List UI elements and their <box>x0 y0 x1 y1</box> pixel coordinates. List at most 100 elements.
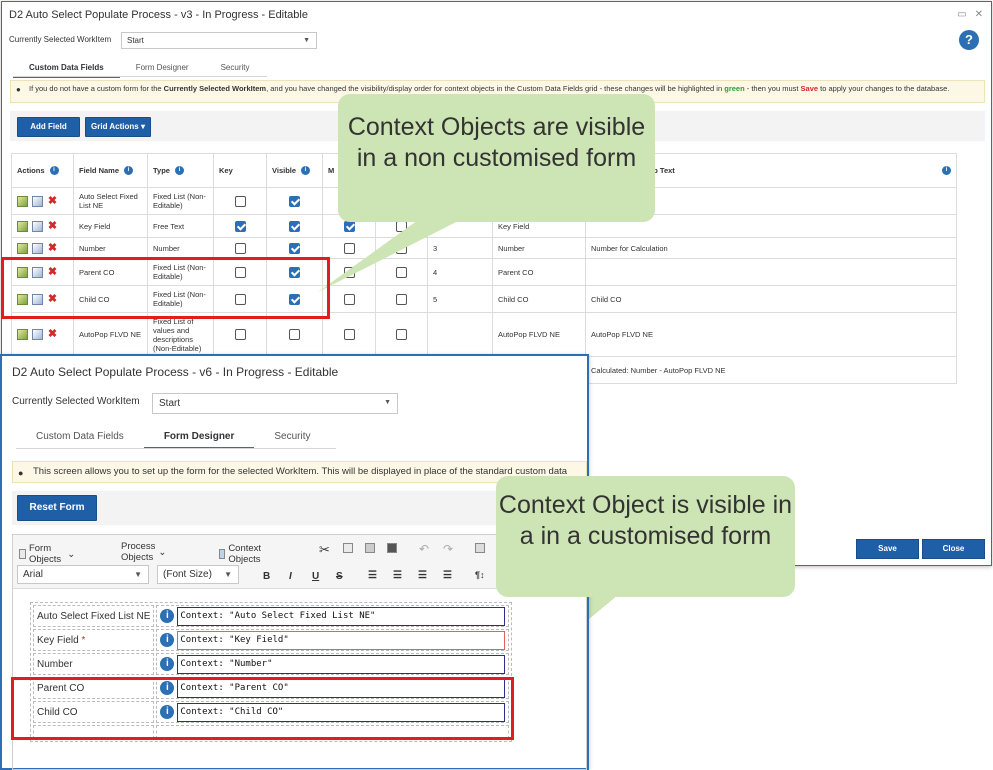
table-row: ✖ AutoPop FLVD NE Fixed List of values and… <box>11 312 957 357</box>
delete-icon[interactable]: ✖ <box>47 329 58 340</box>
delete-icon[interactable]: ✖ <box>47 195 58 207</box>
tab-form-designer[interactable]: Form Designer <box>143 426 255 449</box>
visible-checkbox[interactable] <box>289 195 300 207</box>
delete-icon[interactable]: ✖ <box>47 242 58 254</box>
workitem-value: Start <box>127 36 144 45</box>
m-checkbox[interactable] <box>343 329 355 340</box>
tab-custom-data-fields[interactable]: Custom Data Fields <box>16 426 144 449</box>
reset-form-button[interactable]: Reset Form <box>17 495 97 521</box>
align-justify-icon[interactable]: ☰ <box>443 570 452 581</box>
info-icon[interactable]: i <box>49 166 59 176</box>
workitem-select[interactable]: Start ▼ <box>121 32 317 49</box>
close-button[interactable]: Close <box>922 539 985 559</box>
paste-special-icon[interactable] <box>387 543 397 553</box>
process-objects-menu[interactable]: Process Objects ⌄ <box>121 541 166 563</box>
cut-icon[interactable]: ✂ <box>319 542 330 558</box>
chevron-down-icon: ▼ <box>384 399 391 406</box>
grid-actions-button[interactable]: Grid Actions ▾ <box>85 117 151 137</box>
font-select[interactable]: Arial ▼ <box>17 565 149 584</box>
form-field-label: Key Field <box>37 634 79 646</box>
help-text-cell <box>585 258 957 286</box>
context-object-field[interactable]: Context: "Number" <box>177 654 506 674</box>
chevron-down-icon: ▼ <box>224 570 232 579</box>
label-cell: Number <box>492 237 586 259</box>
visible-checkbox[interactable] <box>289 329 300 340</box>
edit-icon[interactable] <box>17 242 28 254</box>
context-object-field[interactable]: Context: "Key Field" <box>177 630 506 650</box>
m-checkbox[interactable] <box>343 220 355 232</box>
window-title: D2 Auto Select Populate Process - v3 - I… <box>9 9 308 21</box>
chevron-down-icon: ▼ <box>134 570 142 579</box>
form-field-label: Number <box>37 658 73 670</box>
type-cell: Number <box>147 237 214 259</box>
info-icon[interactable]: i <box>301 166 311 176</box>
key-checkbox[interactable] <box>234 329 246 340</box>
column-checkbox[interactable] <box>396 329 407 340</box>
undo-icon[interactable]: ↶ <box>419 542 429 556</box>
add-field-button[interactable]: Add Field <box>17 117 80 137</box>
help-text-cell: AutoPop FLVD NE <box>585 312 957 357</box>
column-checkbox[interactable] <box>396 220 407 232</box>
bold-button[interactable]: B <box>263 571 270 582</box>
order-cell: 3 <box>427 237 493 259</box>
info-icon[interactable]: i <box>942 166 951 175</box>
help-button[interactable]: ? <box>959 30 979 50</box>
context-object-field[interactable]: Context: "Auto Select Fixed List NE" <box>177 606 506 626</box>
m-checkbox[interactable] <box>343 242 355 254</box>
info-icon[interactable]: i <box>160 633 175 647</box>
column-checkbox[interactable] <box>396 293 407 305</box>
type-cell: Fixed List of values and descriptions (N… <box>147 312 214 357</box>
form-objects-icon <box>19 549 26 559</box>
chevron-down-icon: ⌄ <box>67 548 76 560</box>
key-checkbox[interactable] <box>234 195 246 207</box>
m-checkbox[interactable] <box>343 266 355 278</box>
workitem-select[interactable]: Start ▼ <box>152 393 398 414</box>
highlight-box-bottom <box>11 677 514 740</box>
copy-icon[interactable] <box>32 242 43 254</box>
text-direction-icon[interactable]: ¶↕ <box>475 570 485 580</box>
edit-icon[interactable] <box>17 329 28 341</box>
label-cell: Child CO <box>492 285 586 313</box>
close-icon[interactable]: ✕ <box>975 9 983 20</box>
info-icon[interactable]: i <box>174 166 184 176</box>
key-checkbox[interactable] <box>234 242 246 254</box>
info-icon[interactable]: i <box>160 657 175 671</box>
edit-icon[interactable] <box>17 195 28 207</box>
visible-checkbox[interactable] <box>289 220 300 232</box>
delete-icon[interactable]: ✖ <box>47 220 58 232</box>
align-center-icon[interactable]: ☰ <box>393 570 402 581</box>
help-text-cell: Calculated: Number - AutoPop FLVD NE <box>585 356 957 384</box>
form-field-label: Auto Select Fixed List NE <box>37 610 151 622</box>
strikethrough-button[interactable]: S <box>336 571 343 582</box>
form-row: Auto Select Fixed List NE i Context: "Auto… <box>33 605 510 627</box>
info-icon[interactable]: i <box>160 609 175 623</box>
form-objects-menu[interactable]: Form Objects ⌄ <box>19 543 75 565</box>
callout-bottom: Context Object is visible in a in a cust… <box>496 476 795 597</box>
info-icon[interactable]: i <box>124 166 134 176</box>
edit-icon[interactable] <box>17 220 28 232</box>
type-cell: Free Text <box>147 214 214 238</box>
align-left-icon[interactable]: ☰ <box>368 570 377 581</box>
order-cell <box>427 312 493 357</box>
tab-security[interactable]: Security <box>254 426 330 449</box>
column-checkbox[interactable] <box>396 266 407 278</box>
m-checkbox[interactable] <box>343 293 355 305</box>
underline-button[interactable]: U <box>312 571 319 582</box>
context-objects-button[interactable]: Context Objects <box>219 543 265 565</box>
font-size-select[interactable]: (Font Size) ▼ <box>157 565 239 584</box>
italic-button[interactable]: I <box>289 571 292 582</box>
column-checkbox[interactable] <box>396 242 407 254</box>
redo-icon[interactable]: ↷ <box>443 542 453 556</box>
copy-icon[interactable] <box>32 195 43 207</box>
key-checkbox[interactable] <box>234 220 246 232</box>
copy-icon[interactable] <box>343 543 353 553</box>
workitem-label: Currently Selected WorkItem <box>12 396 140 407</box>
align-right-icon[interactable]: ☰ <box>418 570 427 581</box>
copy-icon[interactable] <box>32 220 43 232</box>
paste-icon[interactable] <box>365 543 375 553</box>
clear-format-icon[interactable] <box>475 543 485 553</box>
save-button[interactable]: Save <box>856 539 919 559</box>
visible-checkbox[interactable] <box>289 242 300 254</box>
minimize-icon[interactable]: ▭ <box>957 9 966 20</box>
copy-icon[interactable] <box>32 329 43 341</box>
